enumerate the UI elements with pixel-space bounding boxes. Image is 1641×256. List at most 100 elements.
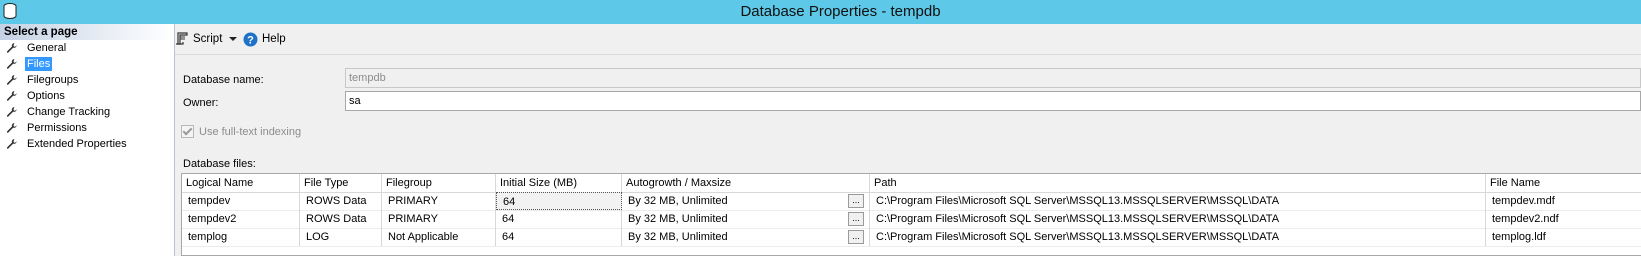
database-name-label: Database name: [183, 74, 264, 86]
wrench-icon [6, 107, 17, 117]
table-cell[interactable]: tempdev2.ndf [1486, 210, 1641, 228]
table-cell[interactable]: Not Applicable [382, 228, 496, 246]
table-cell[interactable]: ROWS Data [300, 192, 382, 210]
help-button[interactable]: ? Help [243, 31, 286, 47]
table-cell[interactable]: By 32 MB, Unlimited... [622, 210, 870, 228]
checkbox-box[interactable] [181, 125, 194, 138]
cell-text: ROWS Data [306, 213, 367, 225]
page-item-change-tracking[interactable]: Change Tracking [0, 104, 174, 120]
column-header[interactable]: Autogrowth / Maxsize [622, 174, 870, 192]
table-cell[interactable]: tempdev [182, 192, 300, 210]
table-cell[interactable]: C:\Program Files\Microsoft SQL Server\MS… [870, 228, 1486, 246]
table-row[interactable]: tempdev2 ROWS Data PRIMARY 64 By 32 MB, Unli… [182, 210, 1641, 229]
column-header[interactable]: Path [870, 174, 1486, 192]
chevron-down-icon [229, 37, 237, 41]
wrench-icon [6, 59, 17, 69]
cell-text: PRIMARY [388, 195, 438, 207]
cell-text: By 32 MB, Unlimited [628, 231, 728, 243]
title-bar[interactable]: Database Properties - tempdb [0, 0, 1641, 24]
help-label: Help [262, 33, 286, 45]
cell-text: C:\Program Files\Microsoft SQL Server\MS… [876, 231, 1280, 243]
cell-text: PRIMARY [388, 213, 438, 225]
owner-label: Owner: [183, 97, 219, 109]
page-item-label: Options [27, 90, 65, 102]
page-item-label: Filegroups [27, 74, 79, 86]
page-item-files[interactable]: Files [0, 56, 174, 72]
page-item-options[interactable]: Options [0, 88, 174, 104]
page-item-label: Files [25, 57, 53, 71]
window-title: Database Properties - tempdb [740, 3, 941, 20]
script-dropdown-button[interactable] [229, 31, 237, 47]
page-item-label: Change Tracking [27, 106, 111, 118]
script-label: Script [193, 33, 223, 45]
script-button[interactable]: Script [175, 31, 222, 47]
fulltext-checkbox[interactable]: Use full-text indexing [181, 125, 301, 138]
column-header[interactable]: Initial Size (MB) [496, 174, 622, 192]
database-files-label: Database files: [183, 158, 256, 170]
autogrowth-ellipsis-button[interactable]: ... [848, 212, 864, 226]
table-cell[interactable]: C:\Program Files\Microsoft SQL Server\MS… [870, 210, 1486, 228]
autogrowth-ellipsis-button[interactable]: ... [848, 230, 864, 244]
wrench-icon [6, 43, 17, 53]
table-row[interactable]: tempdev ROWS Data PRIMARY 64 By 32 MB, Unlim… [182, 192, 1641, 211]
column-header[interactable]: Filegroup [382, 174, 496, 192]
wrench-icon [6, 139, 17, 149]
page-item-permissions[interactable]: Permissions [0, 120, 174, 136]
wrench-icon [6, 91, 17, 101]
help-icon: ? [243, 32, 258, 46]
cell-text: 64 [502, 231, 515, 243]
cell-text: By 32 MB, Unlimited [628, 195, 728, 207]
table-cell[interactable]: By 32 MB, Unlimited... [622, 228, 870, 246]
page-item-label: Extended Properties [27, 138, 127, 150]
page-item-extended-properties[interactable]: Extended Properties [0, 136, 174, 152]
table-cell[interactable]: templog.ldf [1486, 228, 1641, 246]
column-header[interactable]: File Name [1486, 174, 1641, 192]
page-list: General Files Filegroups Options Change Trac… [0, 40, 174, 152]
owner-field[interactable]: sa [345, 91, 1641, 111]
table-cell[interactable]: C:\Program Files\Microsoft SQL Server\MS… [870, 192, 1486, 210]
table-cell[interactable]: 64 [496, 210, 622, 228]
table-cell[interactable]: templog [182, 228, 300, 246]
table-row[interactable]: templog LOG Not Applicable 64 By 32 MB, Unli… [182, 228, 1641, 247]
cell-text: Not Applicable [388, 231, 459, 243]
page-item-filegroups[interactable]: Filegroups [0, 72, 174, 88]
cell-text: tempdev2.ndf [1492, 213, 1559, 225]
cell-text: tempdev [188, 195, 231, 207]
table-cell[interactable]: 64 [496, 228, 622, 246]
fulltext-label: Use full-text indexing [199, 125, 302, 138]
page-item-label: Permissions [27, 122, 87, 134]
table-cell[interactable]: ROWS Data [300, 210, 382, 228]
wrench-icon [6, 123, 17, 133]
column-header[interactable]: File Type [300, 174, 382, 192]
script-icon [176, 32, 188, 45]
cell-text: ROWS Data [306, 195, 367, 207]
cell-text: 64 [502, 213, 515, 225]
table-cell[interactable]: LOG [300, 228, 382, 246]
cell-text: LOG [306, 231, 330, 243]
database-files-grid[interactable]: Logical Name File Type Filegroup Initial Si… [181, 173, 1641, 256]
wrench-icon [6, 75, 17, 85]
page-selector-header: Select a page [0, 24, 174, 40]
table-cell[interactable]: PRIMARY [382, 210, 496, 228]
cell-text: templog [188, 231, 228, 243]
cell-text: By 32 MB, Unlimited [628, 213, 728, 225]
cell-text: C:\Program Files\Microsoft SQL Server\MS… [876, 213, 1280, 225]
cell-text: templog.ldf [1492, 231, 1546, 243]
table-cell[interactable]: tempdev2 [182, 210, 300, 228]
table-cell[interactable]: tempdev.mdf [1486, 192, 1641, 210]
autogrowth-ellipsis-button[interactable]: ... [848, 194, 864, 208]
database-name-field[interactable]: tempdb [345, 68, 1641, 88]
grid-header-row: Logical Name File Type Filegroup Initial Si… [182, 174, 1641, 193]
cell-text: 64 [503, 196, 516, 208]
toolbar: Script ? Help [175, 24, 1641, 55]
column-header[interactable]: Logical Name [182, 174, 300, 192]
table-cell[interactable]: By 32 MB, Unlimited... [622, 192, 870, 210]
table-cell[interactable]: 64 [496, 192, 622, 210]
cell-text: tempdev2 [188, 213, 237, 225]
page-item-general[interactable]: General [0, 40, 174, 56]
svg-text:?: ? [247, 34, 254, 46]
table-cell[interactable]: PRIMARY [382, 192, 496, 210]
cell-text: C:\Program Files\Microsoft SQL Server\MS… [876, 195, 1280, 207]
cell-text: tempdev.mdf [1492, 195, 1555, 207]
properties-pane: Script ? Help Database name: tempdb Owne… [175, 24, 1641, 256]
